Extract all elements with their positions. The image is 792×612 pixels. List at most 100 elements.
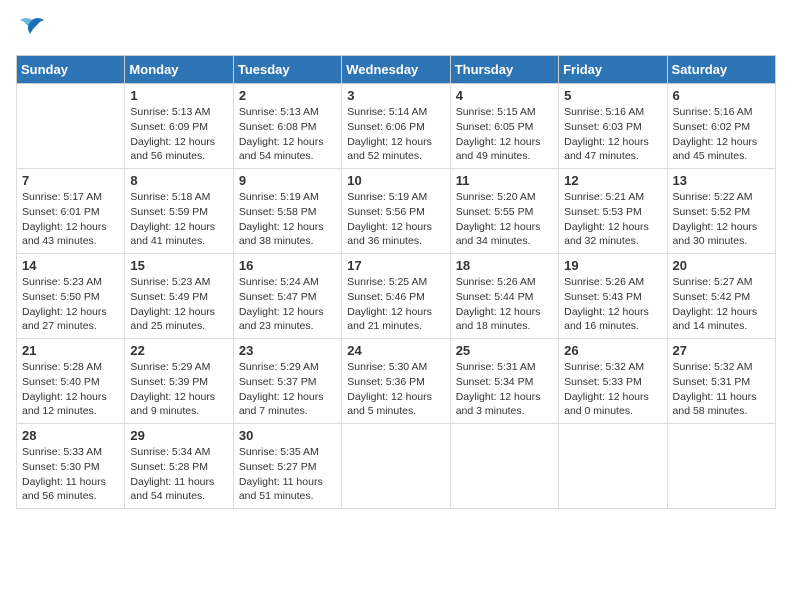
day-number: 27 [673, 343, 770, 358]
calendar-cell: 24Sunrise: 5:30 AMSunset: 5:36 PMDayligh… [342, 339, 450, 424]
day-number: 21 [22, 343, 119, 358]
day-info: Sunrise: 5:24 AMSunset: 5:47 PMDaylight:… [239, 275, 336, 334]
logo [16, 16, 46, 43]
day-number: 4 [456, 88, 553, 103]
day-number: 2 [239, 88, 336, 103]
logo-bird-icon [18, 16, 46, 43]
calendar-cell: 2 Sunrise: 5:13 AMSunset: 6:08 PMDaylight… [233, 84, 341, 169]
day-number: 22 [130, 343, 227, 358]
calendar-cell: 6 Sunrise: 5:16 AMSunset: 6:02 PMDaylight… [667, 84, 775, 169]
calendar-cell: 16 Sunrise: 5:24 AMSunset: 5:47 PMDayligh… [233, 254, 341, 339]
day-number: 19 [564, 258, 661, 273]
weekday-header-row: SundayMondayTuesdayWednesdayThursdayFrid… [17, 56, 776, 84]
day-number: 18 [456, 258, 553, 273]
weekday-header-tuesday: Tuesday [233, 56, 341, 84]
day-info: Sunrise: 5:34 AMSunset: 5:28 PMDaylight:… [130, 445, 227, 504]
day-info: Sunrise: 5:23 AMSunset: 5:50 PMDaylight:… [22, 275, 119, 334]
calendar-table: SundayMondayTuesdayWednesdayThursdayFrid… [16, 55, 776, 509]
calendar-cell: 12 Sunrise: 5:21 AMSunset: 5:53 PMDayligh… [559, 169, 667, 254]
calendar-cell: 22 Sunrise: 5:29 AMSunset: 5:39 PMDayligh… [125, 339, 233, 424]
calendar-cell: 15 Sunrise: 5:23 AMSunset: 5:49 PMDayligh… [125, 254, 233, 339]
calendar-cell [667, 424, 775, 509]
calendar-cell: 5 Sunrise: 5:16 AMSunset: 6:03 PMDaylight… [559, 84, 667, 169]
day-number: 17 [347, 258, 444, 273]
calendar-cell: 21 Sunrise: 5:28 AMSunset: 5:40 PMDayligh… [17, 339, 125, 424]
calendar-cell: 9Sunrise: 5:19 AMSunset: 5:58 PMDaylight… [233, 169, 341, 254]
weekday-header-thursday: Thursday [450, 56, 558, 84]
day-number: 11 [456, 173, 553, 188]
day-info: Sunrise: 5:26 AMSunset: 5:43 PMDaylight:… [564, 275, 661, 334]
calendar-cell: 7 Sunrise: 5:17 AMSunset: 6:01 PMDaylight… [17, 169, 125, 254]
calendar-cell: 4 Sunrise: 5:15 AMSunset: 6:05 PMDaylight… [450, 84, 558, 169]
day-info: Sunrise: 5:29 AMSunset: 5:39 PMDaylight:… [130, 360, 227, 419]
calendar-cell [17, 84, 125, 169]
calendar-cell: 26Sunrise: 5:32 AMSunset: 5:33 PMDayligh… [559, 339, 667, 424]
day-number: 29 [130, 428, 227, 443]
day-info: Sunrise: 5:14 AMSunset: 6:06 PMDaylight:… [347, 105, 444, 164]
day-info: Sunrise: 5:19 AMSunset: 5:56 PMDaylight:… [347, 190, 444, 249]
day-number: 15 [130, 258, 227, 273]
day-number: 3 [347, 88, 444, 103]
day-info: Sunrise: 5:35 AMSunset: 5:27 PMDaylight:… [239, 445, 336, 504]
week-row-1: 1 Sunrise: 5:13 AMSunset: 6:09 PMDaylight… [17, 84, 776, 169]
day-number: 16 [239, 258, 336, 273]
day-number: 20 [673, 258, 770, 273]
day-number: 25 [456, 343, 553, 358]
day-number: 12 [564, 173, 661, 188]
calendar-cell: 20 Sunrise: 5:27 AMSunset: 5:42 PMDayligh… [667, 254, 775, 339]
day-info: Sunrise: 5:26 AMSunset: 5:44 PMDaylight:… [456, 275, 553, 334]
calendar-cell: 28 Sunrise: 5:33 AMSunset: 5:30 PMDayligh… [17, 424, 125, 509]
day-info: Sunrise: 5:21 AMSunset: 5:53 PMDaylight:… [564, 190, 661, 249]
calendar-cell [450, 424, 558, 509]
calendar-cell: 10 Sunrise: 5:19 AMSunset: 5:56 PMDayligh… [342, 169, 450, 254]
day-number: 14 [22, 258, 119, 273]
calendar-cell: 17 Sunrise: 5:25 AMSunset: 5:46 PMDayligh… [342, 254, 450, 339]
day-number: 6 [673, 88, 770, 103]
day-number: 26 [564, 343, 661, 358]
day-info: Sunrise: 5:27 AMSunset: 5:42 PMDaylight:… [673, 275, 770, 334]
day-number: 23 [239, 343, 336, 358]
day-info: Sunrise: 5:20 AMSunset: 5:55 PMDaylight:… [456, 190, 553, 249]
day-info: Sunrise: 5:16 AMSunset: 6:03 PMDaylight:… [564, 105, 661, 164]
calendar-cell [559, 424, 667, 509]
day-info: Sunrise: 5:28 AMSunset: 5:40 PMDaylight:… [22, 360, 119, 419]
calendar-cell: 8Sunrise: 5:18 AMSunset: 5:59 PMDaylight… [125, 169, 233, 254]
day-number: 13 [673, 173, 770, 188]
calendar-cell: 3 Sunrise: 5:14 AMSunset: 6:06 PMDaylight… [342, 84, 450, 169]
day-info: Sunrise: 5:32 AMSunset: 5:31 PMDaylight:… [673, 360, 770, 419]
day-number: 1 [130, 88, 227, 103]
weekday-header-wednesday: Wednesday [342, 56, 450, 84]
day-number: 28 [22, 428, 119, 443]
day-info: Sunrise: 5:17 AMSunset: 6:01 PMDaylight:… [22, 190, 119, 249]
day-info: Sunrise: 5:29 AMSunset: 5:37 PMDaylight:… [239, 360, 336, 419]
calendar-cell [342, 424, 450, 509]
day-info: Sunrise: 5:22 AMSunset: 5:52 PMDaylight:… [673, 190, 770, 249]
weekday-header-monday: Monday [125, 56, 233, 84]
day-info: Sunrise: 5:31 AMSunset: 5:34 PMDaylight:… [456, 360, 553, 419]
day-info: Sunrise: 5:33 AMSunset: 5:30 PMDaylight:… [22, 445, 119, 504]
calendar-cell: 1 Sunrise: 5:13 AMSunset: 6:09 PMDaylight… [125, 84, 233, 169]
day-number: 10 [347, 173, 444, 188]
week-row-3: 14 Sunrise: 5:23 AMSunset: 5:50 PMDayligh… [17, 254, 776, 339]
calendar-cell: 13 Sunrise: 5:22 AMSunset: 5:52 PMDayligh… [667, 169, 775, 254]
calendar-cell: 11 Sunrise: 5:20 AMSunset: 5:55 PMDayligh… [450, 169, 558, 254]
day-number: 5 [564, 88, 661, 103]
day-info: Sunrise: 5:30 AMSunset: 5:36 PMDaylight:… [347, 360, 444, 419]
day-info: Sunrise: 5:16 AMSunset: 6:02 PMDaylight:… [673, 105, 770, 164]
calendar-cell: 29 Sunrise: 5:34 AMSunset: 5:28 PMDayligh… [125, 424, 233, 509]
calendar-cell: 18 Sunrise: 5:26 AMSunset: 5:44 PMDayligh… [450, 254, 558, 339]
day-number: 7 [22, 173, 119, 188]
weekday-header-friday: Friday [559, 56, 667, 84]
day-info: Sunrise: 5:25 AMSunset: 5:46 PMDaylight:… [347, 275, 444, 334]
day-info: Sunrise: 5:23 AMSunset: 5:49 PMDaylight:… [130, 275, 227, 334]
day-info: Sunrise: 5:13 AMSunset: 6:08 PMDaylight:… [239, 105, 336, 164]
weekday-header-saturday: Saturday [667, 56, 775, 84]
week-row-5: 28 Sunrise: 5:33 AMSunset: 5:30 PMDayligh… [17, 424, 776, 509]
day-info: Sunrise: 5:13 AMSunset: 6:09 PMDaylight:… [130, 105, 227, 164]
weekday-header-sunday: Sunday [17, 56, 125, 84]
page-header [16, 16, 776, 43]
calendar-cell: 27 Sunrise: 5:32 AMSunset: 5:31 PMDayligh… [667, 339, 775, 424]
day-number: 8 [130, 173, 227, 188]
week-row-4: 21 Sunrise: 5:28 AMSunset: 5:40 PMDayligh… [17, 339, 776, 424]
day-info: Sunrise: 5:15 AMSunset: 6:05 PMDaylight:… [456, 105, 553, 164]
